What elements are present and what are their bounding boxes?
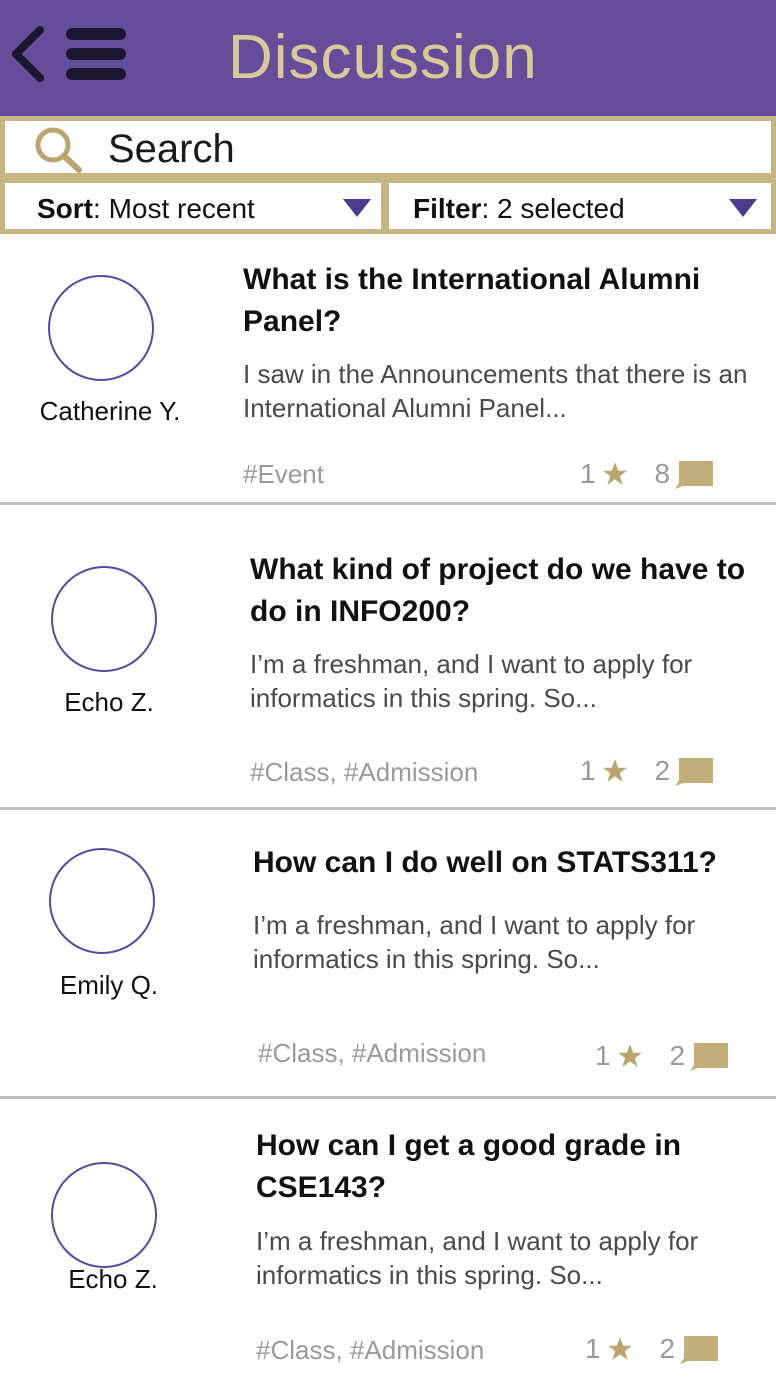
search-placeholder: Search [108, 127, 235, 171]
caret-down-icon [343, 199, 371, 217]
star-icon[interactable] [607, 1336, 633, 1362]
tag-link[interactable]: #Admission [350, 1335, 484, 1365]
tag-link[interactable]: #Event [243, 459, 324, 489]
tag-link[interactable]: #Class [256, 1335, 335, 1365]
post-title: How can I get a good grade in CSE143? [256, 1129, 682, 1204]
star-count: 1 [580, 458, 596, 489]
post-stats: 1 8 [580, 458, 715, 492]
author-name: Emily Q. [59, 970, 159, 1000]
caret-down-icon [729, 199, 757, 217]
post-title: What kind of project do we have to do in… [250, 553, 746, 628]
post-card[interactable]: Catherine Y. What is the International A… [0, 234, 776, 505]
comment-count: 8 [654, 458, 671, 489]
avatar[interactable] [51, 566, 157, 672]
hamburger-menu-icon-bar [66, 68, 126, 80]
chevron-left-icon [12, 26, 44, 82]
comment-icon[interactable] [679, 1334, 720, 1364]
post-tags: #Class, #Admission [258, 1038, 487, 1068]
post-excerpt: I saw in the Announcements that there is… [243, 359, 748, 423]
post-card[interactable]: Echo Z. What kind of project do we have … [0, 505, 776, 810]
comment-icon[interactable] [689, 1041, 730, 1071]
comment-count: 2 [669, 1040, 686, 1071]
sort-label-group: Sort: Most recent [37, 193, 255, 224]
avatar[interactable] [48, 275, 154, 381]
post-title: How can I do well on STATS311? [253, 846, 717, 879]
search-input[interactable]: Search [0, 116, 776, 178]
star-count: 1 [585, 1333, 601, 1364]
comment-icon[interactable] [674, 756, 715, 786]
star-count: 1 [580, 755, 596, 786]
post-tags: #Class, #Admission [256, 1335, 485, 1365]
search-icon [35, 127, 82, 173]
tag-link[interactable]: #Admission [352, 1038, 486, 1068]
star-count: 1 [595, 1040, 611, 1071]
post-tags: #Class, #Admission [250, 757, 479, 787]
menu-button[interactable] [64, 26, 128, 84]
app-header: Discussion [0, 0, 776, 116]
author-name: Echo Z. [64, 687, 154, 717]
star-icon[interactable] [617, 1043, 643, 1069]
post-excerpt: I’m a freshman, and I want to apply for … [253, 910, 696, 974]
tag-link[interactable]: #Admission [344, 757, 478, 787]
filter-label: Filter [413, 193, 482, 224]
hamburger-menu-icon-bar [66, 48, 126, 60]
tag-link[interactable]: #Class [258, 1038, 337, 1068]
post-excerpt: I’m a freshman, and I want to apply for … [256, 1226, 699, 1290]
comment-count: 2 [659, 1333, 676, 1364]
comment-icon[interactable] [674, 459, 715, 489]
star-icon[interactable] [602, 461, 628, 487]
filter-dropdown[interactable]: Filter: 2 selected [384, 178, 776, 234]
tag-link[interactable]: #Class [250, 757, 329, 787]
hamburger-menu-icon [66, 28, 126, 40]
page-title: Discussion [228, 23, 538, 92]
star-icon[interactable] [602, 758, 628, 784]
sort-value: Most recent [108, 193, 255, 224]
sort-dropdown[interactable]: Sort: Most recent [0, 178, 386, 234]
avatar[interactable] [49, 848, 155, 954]
post-title: What is the International Alumni Panel? [243, 263, 701, 338]
post-stats: 1 2 [580, 755, 715, 789]
author-name: Echo Z. [68, 1264, 158, 1294]
post-card[interactable]: Emily Q. How can I do well on STATS311? … [0, 810, 776, 1099]
author-name: Catherine Y. [39, 396, 181, 426]
post-stats: 1 2 [595, 1040, 730, 1074]
filter-label-group: Filter: 2 selected [413, 193, 625, 224]
post-excerpt: I’m a freshman, and I want to apply for … [250, 649, 693, 713]
filter-value: 2 selected [497, 193, 625, 224]
sort-label: Sort [37, 193, 93, 224]
avatar[interactable] [51, 1162, 157, 1268]
post-card[interactable]: Echo Z. How can I get a good grade in CS… [0, 1099, 776, 1381]
back-button[interactable] [6, 22, 50, 86]
comment-count: 2 [654, 755, 671, 786]
post-stats: 1 2 [585, 1333, 720, 1367]
post-tags: #Event [243, 459, 324, 490]
